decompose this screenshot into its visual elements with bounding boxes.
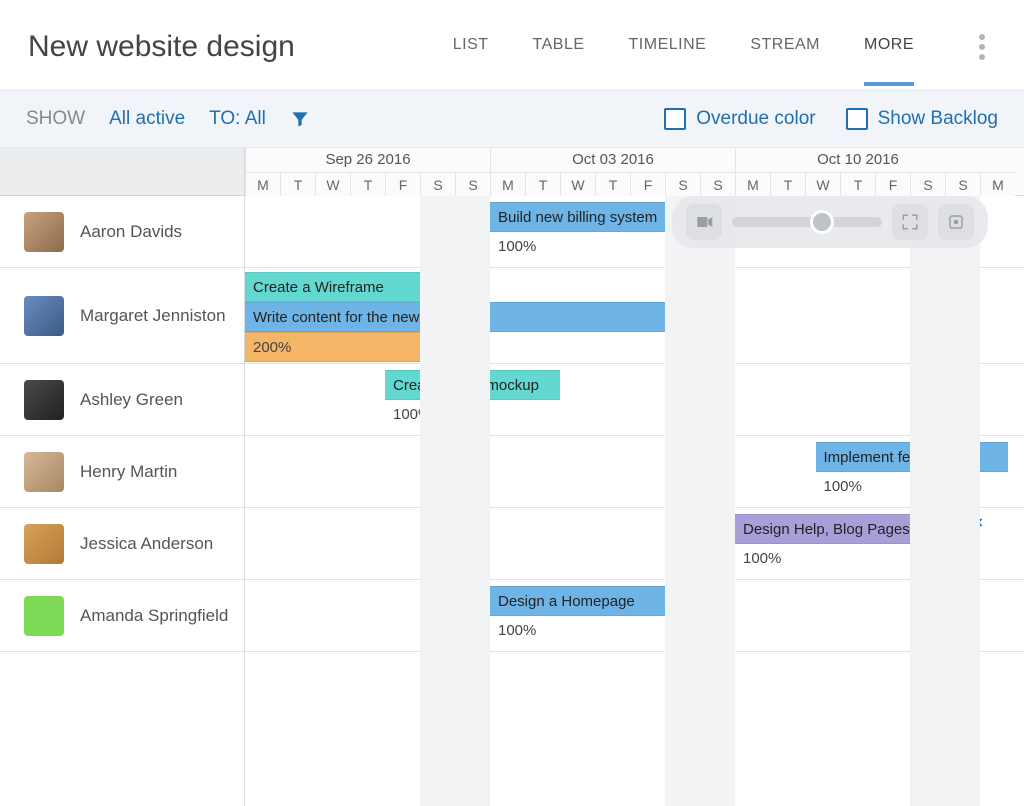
show-backlog-label: Show Backlog (878, 108, 998, 130)
day-header: F (630, 172, 665, 196)
day-header: T (280, 172, 315, 196)
timeline-header: Sep 26 2016Oct 03 2016Oct 10 2016MTWTFSS… (245, 148, 1024, 196)
avatar (24, 452, 64, 492)
day-header: F (385, 172, 420, 196)
workload-percent: 100% (490, 616, 544, 646)
day-header: W (315, 172, 350, 196)
tab-more[interactable]: MORE (864, 36, 914, 58)
filter-bar: SHOW All active TO: All Overdue color Sh… (0, 90, 1024, 148)
day-header: S (910, 172, 945, 196)
overflow-menu-button[interactable] (968, 33, 996, 61)
tab-table[interactable]: TABLE (533, 36, 585, 58)
person-row: Margaret JennistonCreate a WireframeWrit… (0, 268, 1024, 364)
weekend-shade (700, 196, 735, 806)
person-row: Henry MartinImplement feedback100% (0, 436, 1024, 508)
week-label: Sep 26 2016 (245, 148, 490, 172)
day-header: S (420, 172, 455, 196)
weekend-shade (910, 196, 945, 806)
person-name: Margaret Jenniston (80, 306, 226, 326)
weekend-shade (420, 196, 455, 806)
week-label: Oct 10 2016 (735, 148, 980, 172)
day-header: M (245, 172, 280, 196)
avatar (24, 596, 64, 636)
overdue-color-toggle[interactable]: Overdue color (664, 108, 815, 130)
zoom-toolbar (672, 196, 988, 248)
day-header: M (735, 172, 770, 196)
person-row: Jessica AndersonDesign Help, Blog Pages1… (0, 508, 1024, 580)
filter-icon[interactable] (290, 109, 310, 129)
task-bar[interactable]: Build new billing system (490, 202, 665, 232)
task-bar[interactable]: Design a Homepage (490, 586, 665, 616)
day-header: T (525, 172, 560, 196)
filter-active[interactable]: All active (109, 108, 185, 130)
day-header: S (700, 172, 735, 196)
avatar (24, 380, 64, 420)
fit-screen-button[interactable] (892, 204, 928, 240)
day-header: T (840, 172, 875, 196)
show-backlog-toggle[interactable]: Show Backlog (846, 108, 998, 130)
person-name: Jessica Anderson (80, 534, 213, 554)
person-info: Ashley Green (0, 380, 245, 420)
day-header: T (595, 172, 630, 196)
person-name: Henry Martin (80, 462, 177, 482)
day-header: S (945, 172, 980, 196)
zoom-slider-thumb[interactable] (810, 210, 834, 234)
avatar (24, 212, 64, 252)
page-title: New website design (28, 30, 295, 64)
day-header: M (980, 172, 1015, 196)
workload-percent: 100% (735, 544, 789, 574)
person-info: Margaret Jenniston (0, 296, 245, 336)
filter-assignee[interactable]: TO: All (209, 108, 266, 130)
sidebar-header-blank (0, 148, 244, 196)
tab-list[interactable]: LIST (453, 36, 489, 58)
person-info: Amanda Springfield (0, 596, 245, 636)
day-header: F (875, 172, 910, 196)
view-tabs: LIST TABLE TIMELINE STREAM MORE (453, 33, 996, 61)
person-info: Jessica Anderson (0, 524, 245, 564)
workload-percent: 100% (490, 232, 544, 262)
center-button[interactable] (938, 204, 974, 240)
person-row: Amanda Springfield Design a Homepage100% (0, 580, 1024, 652)
day-header: T (350, 172, 385, 196)
weekend-shade (945, 196, 980, 806)
video-tool-button[interactable] (686, 204, 722, 240)
weekend-shade (665, 196, 700, 806)
show-label: SHOW (26, 108, 85, 130)
avatar (24, 524, 64, 564)
person-info: Aaron Davids (0, 212, 245, 252)
person-name: Aaron Davids (80, 222, 182, 242)
person-info: Henry Martin (0, 452, 245, 492)
tab-stream[interactable]: STREAM (750, 36, 820, 58)
day-header: T (770, 172, 805, 196)
avatar (24, 296, 64, 336)
checkbox-icon (846, 108, 868, 130)
task-bar[interactable]: Create a Wireframe (245, 272, 420, 302)
person-row: Ashley GreenCreate a new mockup100% (0, 364, 1024, 436)
workload-percent: 100% (816, 472, 870, 502)
person-name: Amanda Springfield (80, 606, 228, 626)
day-header: W (805, 172, 840, 196)
overdue-color-label: Overdue color (696, 108, 815, 130)
workload-percent: 200% (245, 332, 420, 362)
day-header: S (665, 172, 700, 196)
checkbox-icon (664, 108, 686, 130)
day-header: S (455, 172, 490, 196)
weekend-shade (455, 196, 490, 806)
week-label: Oct 03 2016 (490, 148, 735, 172)
person-name: Ashley Green (80, 390, 183, 410)
day-header: W (560, 172, 595, 196)
day-header: M (490, 172, 525, 196)
tab-timeline[interactable]: TIMELINE (629, 36, 707, 58)
zoom-slider[interactable] (732, 217, 882, 227)
